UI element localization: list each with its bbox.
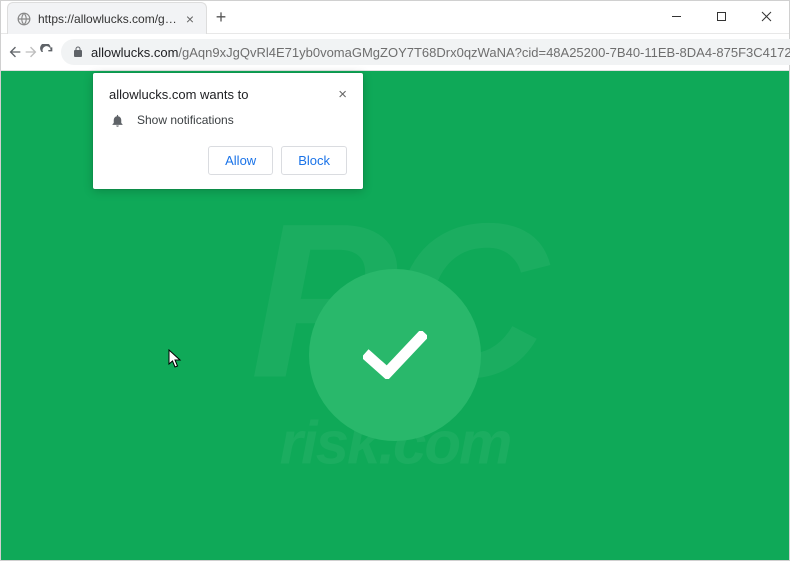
new-tab-button[interactable]: + — [207, 3, 235, 31]
mouse-cursor-icon — [168, 349, 182, 369]
url-text: allowlucks.com/gAqn9xJgQvRl4E71yb0vomaGM… — [91, 45, 790, 60]
allow-button[interactable]: Allow — [208, 146, 273, 175]
bell-icon — [109, 112, 125, 128]
back-button[interactable] — [7, 38, 23, 66]
tab-close-icon[interactable]: × — [182, 11, 198, 27]
close-window-button[interactable] — [744, 1, 789, 31]
notification-text: Show notifications — [137, 113, 234, 127]
notification-title: allowlucks.com wants to — [109, 87, 248, 102]
notification-header: allowlucks.com wants to × — [109, 87, 347, 102]
maximize-button[interactable] — [699, 1, 744, 31]
browser-window: https://allowlucks.com/gAqn9xJg × + — [0, 0, 790, 561]
browser-tab[interactable]: https://allowlucks.com/gAqn9xJg × — [7, 2, 207, 34]
checkmark-icon — [363, 331, 427, 379]
tab-title: https://allowlucks.com/gAqn9xJg — [38, 12, 182, 26]
url-field[interactable]: allowlucks.com/gAqn9xJgQvRl4E71yb0vomaGM… — [61, 39, 790, 65]
block-button[interactable]: Block — [281, 146, 347, 175]
notification-body: Show notifications — [109, 112, 347, 128]
success-circle — [309, 269, 481, 441]
notification-buttons: Allow Block — [109, 146, 347, 175]
reload-button[interactable] — [39, 38, 55, 66]
minimize-button[interactable] — [654, 1, 699, 31]
address-bar: allowlucks.com/gAqn9xJgQvRl4E71yb0vomaGM… — [1, 34, 789, 71]
window-controls — [654, 1, 789, 31]
lock-icon — [71, 45, 85, 59]
forward-button[interactable] — [23, 38, 39, 66]
tab-favicon-icon — [16, 11, 32, 27]
notification-close-icon[interactable]: × — [338, 87, 347, 102]
notification-permission-popup: allowlucks.com wants to × Show notificat… — [93, 73, 363, 189]
title-bar: https://allowlucks.com/gAqn9xJg × + — [1, 1, 789, 34]
